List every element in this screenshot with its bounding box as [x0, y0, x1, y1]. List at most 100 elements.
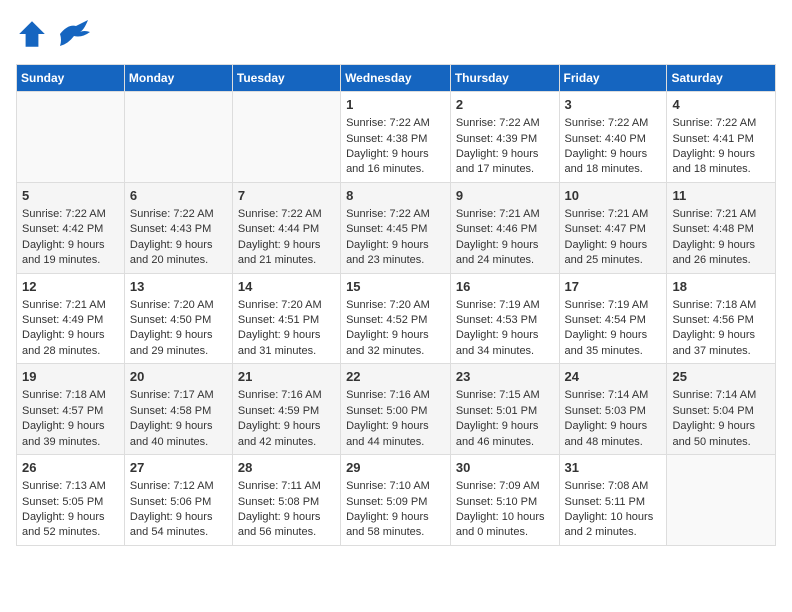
calendar-day-13: 13Sunrise: 7:20 AMSunset: 4:50 PMDayligh… — [124, 273, 232, 364]
day-info: Daylight: 9 hours and 44 minutes. — [346, 419, 445, 450]
calendar-day-15: 15Sunrise: 7:20 AMSunset: 4:52 PMDayligh… — [341, 273, 451, 364]
day-info: Sunset: 5:09 PM — [346, 495, 445, 510]
day-info: Sunrise: 7:22 AM — [346, 207, 445, 222]
day-header-wednesday: Wednesday — [341, 65, 451, 92]
calendar-day-16: 16Sunrise: 7:19 AMSunset: 4:53 PMDayligh… — [450, 273, 559, 364]
day-info: Sunrise: 7:21 AM — [22, 298, 119, 313]
logo-bird-icon — [52, 16, 96, 52]
day-info: Sunset: 4:57 PM — [22, 404, 119, 419]
day-info: Sunrise: 7:14 AM — [672, 388, 770, 403]
day-info: Daylight: 9 hours and 50 minutes. — [672, 419, 770, 450]
day-number: 10 — [565, 187, 662, 205]
day-number: 7 — [238, 187, 335, 205]
day-info: Daylight: 9 hours and 34 minutes. — [456, 328, 554, 359]
day-info: Daylight: 9 hours and 52 minutes. — [22, 510, 119, 541]
day-info: Sunrise: 7:16 AM — [238, 388, 335, 403]
day-info: Sunset: 5:06 PM — [130, 495, 227, 510]
day-info: Sunset: 4:45 PM — [346, 222, 445, 237]
day-header-tuesday: Tuesday — [232, 65, 340, 92]
calendar-day-26: 26Sunrise: 7:13 AMSunset: 5:05 PMDayligh… — [17, 455, 125, 546]
day-info: Sunset: 4:53 PM — [456, 313, 554, 328]
day-header-monday: Monday — [124, 65, 232, 92]
calendar-day-25: 25Sunrise: 7:14 AMSunset: 5:04 PMDayligh… — [667, 364, 776, 455]
day-info: Sunrise: 7:20 AM — [346, 298, 445, 313]
day-info: Sunset: 4:43 PM — [130, 222, 227, 237]
day-header-sunday: Sunday — [17, 65, 125, 92]
calendar-empty-cell — [232, 92, 340, 183]
day-number: 18 — [672, 278, 770, 296]
day-info: Sunset: 4:44 PM — [238, 222, 335, 237]
day-info: Daylight: 9 hours and 37 minutes. — [672, 328, 770, 359]
day-info: Sunrise: 7:22 AM — [565, 116, 662, 131]
day-info: Sunrise: 7:11 AM — [238, 479, 335, 494]
day-info: Sunset: 4:39 PM — [456, 132, 554, 147]
day-info: Daylight: 10 hours and 0 minutes. — [456, 510, 554, 541]
day-info: Sunset: 4:58 PM — [130, 404, 227, 419]
day-number: 2 — [456, 96, 554, 114]
day-number: 6 — [130, 187, 227, 205]
day-info: Sunrise: 7:15 AM — [456, 388, 554, 403]
day-info: Daylight: 9 hours and 48 minutes. — [565, 419, 662, 450]
calendar-day-3: 3Sunrise: 7:22 AMSunset: 4:40 PMDaylight… — [559, 92, 667, 183]
day-number: 26 — [22, 459, 119, 477]
day-info: Daylight: 9 hours and 20 minutes. — [130, 238, 227, 269]
calendar-day-2: 2Sunrise: 7:22 AMSunset: 4:39 PMDaylight… — [450, 92, 559, 183]
day-info: Sunset: 5:11 PM — [565, 495, 662, 510]
calendar-day-31: 31Sunrise: 7:08 AMSunset: 5:11 PMDayligh… — [559, 455, 667, 546]
calendar-day-30: 30Sunrise: 7:09 AMSunset: 5:10 PMDayligh… — [450, 455, 559, 546]
day-info: Daylight: 9 hours and 21 minutes. — [238, 238, 335, 269]
day-info: Sunset: 4:38 PM — [346, 132, 445, 147]
day-info: Sunrise: 7:16 AM — [346, 388, 445, 403]
calendar-day-29: 29Sunrise: 7:10 AMSunset: 5:09 PMDayligh… — [341, 455, 451, 546]
day-info: Daylight: 9 hours and 28 minutes. — [22, 328, 119, 359]
day-info: Sunrise: 7:13 AM — [22, 479, 119, 494]
day-info: Sunset: 4:56 PM — [672, 313, 770, 328]
day-info: Sunset: 4:46 PM — [456, 222, 554, 237]
day-info: Sunrise: 7:22 AM — [130, 207, 227, 222]
day-info: Sunrise: 7:21 AM — [456, 207, 554, 222]
day-info: Daylight: 9 hours and 18 minutes. — [672, 147, 770, 178]
day-info: Daylight: 9 hours and 23 minutes. — [346, 238, 445, 269]
calendar-day-11: 11Sunrise: 7:21 AMSunset: 4:48 PMDayligh… — [667, 182, 776, 273]
calendar-day-18: 18Sunrise: 7:18 AMSunset: 4:56 PMDayligh… — [667, 273, 776, 364]
calendar-empty-cell — [17, 92, 125, 183]
day-info: Daylight: 9 hours and 58 minutes. — [346, 510, 445, 541]
day-number: 27 — [130, 459, 227, 477]
calendar-week-row: 26Sunrise: 7:13 AMSunset: 5:05 PMDayligh… — [17, 455, 776, 546]
calendar-day-9: 9Sunrise: 7:21 AMSunset: 4:46 PMDaylight… — [450, 182, 559, 273]
day-info: Sunrise: 7:21 AM — [672, 207, 770, 222]
calendar-day-24: 24Sunrise: 7:14 AMSunset: 5:03 PMDayligh… — [559, 364, 667, 455]
day-info: Sunrise: 7:20 AM — [130, 298, 227, 313]
day-number: 11 — [672, 187, 770, 205]
day-info: Daylight: 9 hours and 31 minutes. — [238, 328, 335, 359]
day-info: Sunset: 4:49 PM — [22, 313, 119, 328]
day-info: Daylight: 9 hours and 46 minutes. — [456, 419, 554, 450]
calendar-day-7: 7Sunrise: 7:22 AMSunset: 4:44 PMDaylight… — [232, 182, 340, 273]
day-number: 19 — [22, 368, 119, 386]
day-info: Sunset: 4:47 PM — [565, 222, 662, 237]
logo-icon — [16, 18, 48, 50]
day-info: Daylight: 9 hours and 54 minutes. — [130, 510, 227, 541]
day-number: 22 — [346, 368, 445, 386]
day-info: Daylight: 9 hours and 24 minutes. — [456, 238, 554, 269]
day-info: Daylight: 9 hours and 35 minutes. — [565, 328, 662, 359]
day-info: Sunset: 5:00 PM — [346, 404, 445, 419]
day-header-friday: Friday — [559, 65, 667, 92]
calendar-day-23: 23Sunrise: 7:15 AMSunset: 5:01 PMDayligh… — [450, 364, 559, 455]
calendar-day-5: 5Sunrise: 7:22 AMSunset: 4:42 PMDaylight… — [17, 182, 125, 273]
day-info: Sunset: 5:03 PM — [565, 404, 662, 419]
day-header-saturday: Saturday — [667, 65, 776, 92]
day-number: 16 — [456, 278, 554, 296]
day-info: Sunset: 4:59 PM — [238, 404, 335, 419]
day-info: Daylight: 9 hours and 39 minutes. — [22, 419, 119, 450]
day-number: 28 — [238, 459, 335, 477]
day-info: Sunrise: 7:19 AM — [565, 298, 662, 313]
day-number: 4 — [672, 96, 770, 114]
day-info: Daylight: 9 hours and 42 minutes. — [238, 419, 335, 450]
day-number: 17 — [565, 278, 662, 296]
day-info: Sunset: 5:04 PM — [672, 404, 770, 419]
calendar-empty-cell — [124, 92, 232, 183]
calendar-day-6: 6 Sunrise: 7:22 AMSunset: 4:43 PMDaylight… — [124, 182, 232, 273]
day-info: Sunset: 4:50 PM — [130, 313, 227, 328]
day-info: Sunset: 5:01 PM — [456, 404, 554, 419]
